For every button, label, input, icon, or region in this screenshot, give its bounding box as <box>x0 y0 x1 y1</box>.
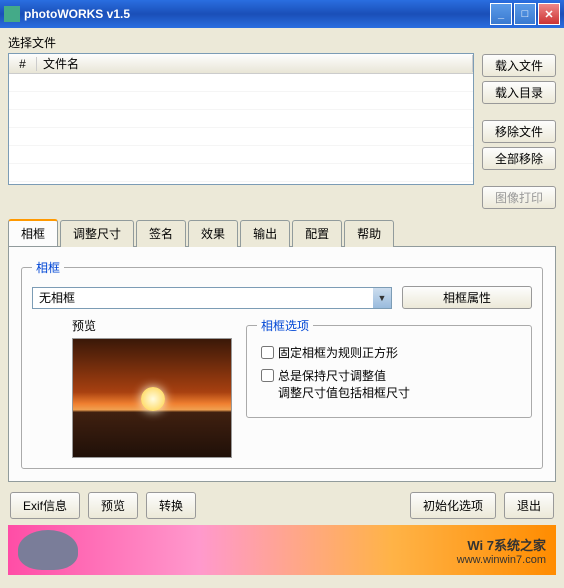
opt-square-checkbox[interactable] <box>261 346 274 359</box>
tab-signature[interactable]: 签名 <box>136 220 186 247</box>
frame-legend: 相框 <box>32 259 64 276</box>
banner-mascot-icon <box>18 530 78 570</box>
preview-button[interactable]: 预览 <box>88 492 138 519</box>
frame-properties-button[interactable]: 相框属性 <box>402 286 532 309</box>
frame-dropdown-value: 无相框 <box>33 289 373 306</box>
file-table-body[interactable] <box>9 74 473 184</box>
window-title: photoWORKS v1.5 <box>24 7 488 21</box>
col-num-header[interactable]: # <box>9 57 37 71</box>
frame-options-fieldset: 相框选项 固定相框为规则正方形 总是保持尺寸调整值 调整尺寸值包括相框尺寸 <box>246 317 532 418</box>
convert-button[interactable]: 转换 <box>146 492 196 519</box>
exif-button[interactable]: Exif信息 <box>10 492 80 519</box>
file-section-label: 选择文件 <box>8 34 56 51</box>
init-button[interactable]: 初始化选项 <box>410 492 496 519</box>
tab-bar: 相框 调整尺寸 签名 效果 输出 配置 帮助 <box>8 219 556 247</box>
load-dir-button[interactable]: 载入目录 <box>482 81 556 104</box>
close-button[interactable]: ✕ <box>538 3 560 25</box>
tab-frame[interactable]: 相框 <box>8 219 58 246</box>
load-file-button[interactable]: 载入文件 <box>482 54 556 77</box>
preview-label: 预览 <box>72 317 232 334</box>
frame-dropdown[interactable]: 无相框 ▼ <box>32 287 392 309</box>
opt-keep-size-checkbox[interactable] <box>261 369 274 382</box>
file-table-header: # 文件名 <box>9 54 473 74</box>
exit-button[interactable]: 退出 <box>504 492 554 519</box>
col-name-header[interactable]: 文件名 <box>37 55 473 72</box>
print-button[interactable]: 图像打印 <box>482 186 556 209</box>
chevron-down-icon[interactable]: ▼ <box>373 288 391 308</box>
maximize-button[interactable]: □ <box>514 3 536 25</box>
tab-output[interactable]: 输出 <box>240 220 290 247</box>
tab-content: 相框 无相框 ▼ 相框属性 预览 <box>8 247 556 482</box>
frame-fieldset: 相框 无相框 ▼ 相框属性 预览 <box>21 259 543 469</box>
footer-banner: Wi 7系统之家 www.winwin7.com <box>8 525 556 575</box>
tab-config[interactable]: 配置 <box>292 220 342 247</box>
remove-all-button[interactable]: 全部移除 <box>482 147 556 170</box>
titlebar: photoWORKS v1.5 _ □ ✕ <box>0 0 564 28</box>
preview-image <box>72 338 232 458</box>
app-icon <box>4 6 20 22</box>
frame-options-legend: 相框选项 <box>257 317 313 334</box>
tab-effects[interactable]: 效果 <box>188 220 238 247</box>
banner-brand: Wi 7系统之家 <box>457 535 546 554</box>
file-table: # 文件名 <box>8 53 474 185</box>
minimize-button[interactable]: _ <box>490 3 512 25</box>
opt-keep-size-label-2: 调整尺寸值包括相框尺寸 <box>278 384 410 401</box>
tab-resize[interactable]: 调整尺寸 <box>60 220 134 247</box>
opt-square-label: 固定相框为规则正方形 <box>278 344 398 361</box>
tab-help[interactable]: 帮助 <box>344 220 394 247</box>
banner-url: www.winwin7.com <box>457 554 546 566</box>
opt-keep-size-label-1: 总是保持尺寸调整值 <box>278 367 410 384</box>
remove-file-button[interactable]: 移除文件 <box>482 120 556 143</box>
